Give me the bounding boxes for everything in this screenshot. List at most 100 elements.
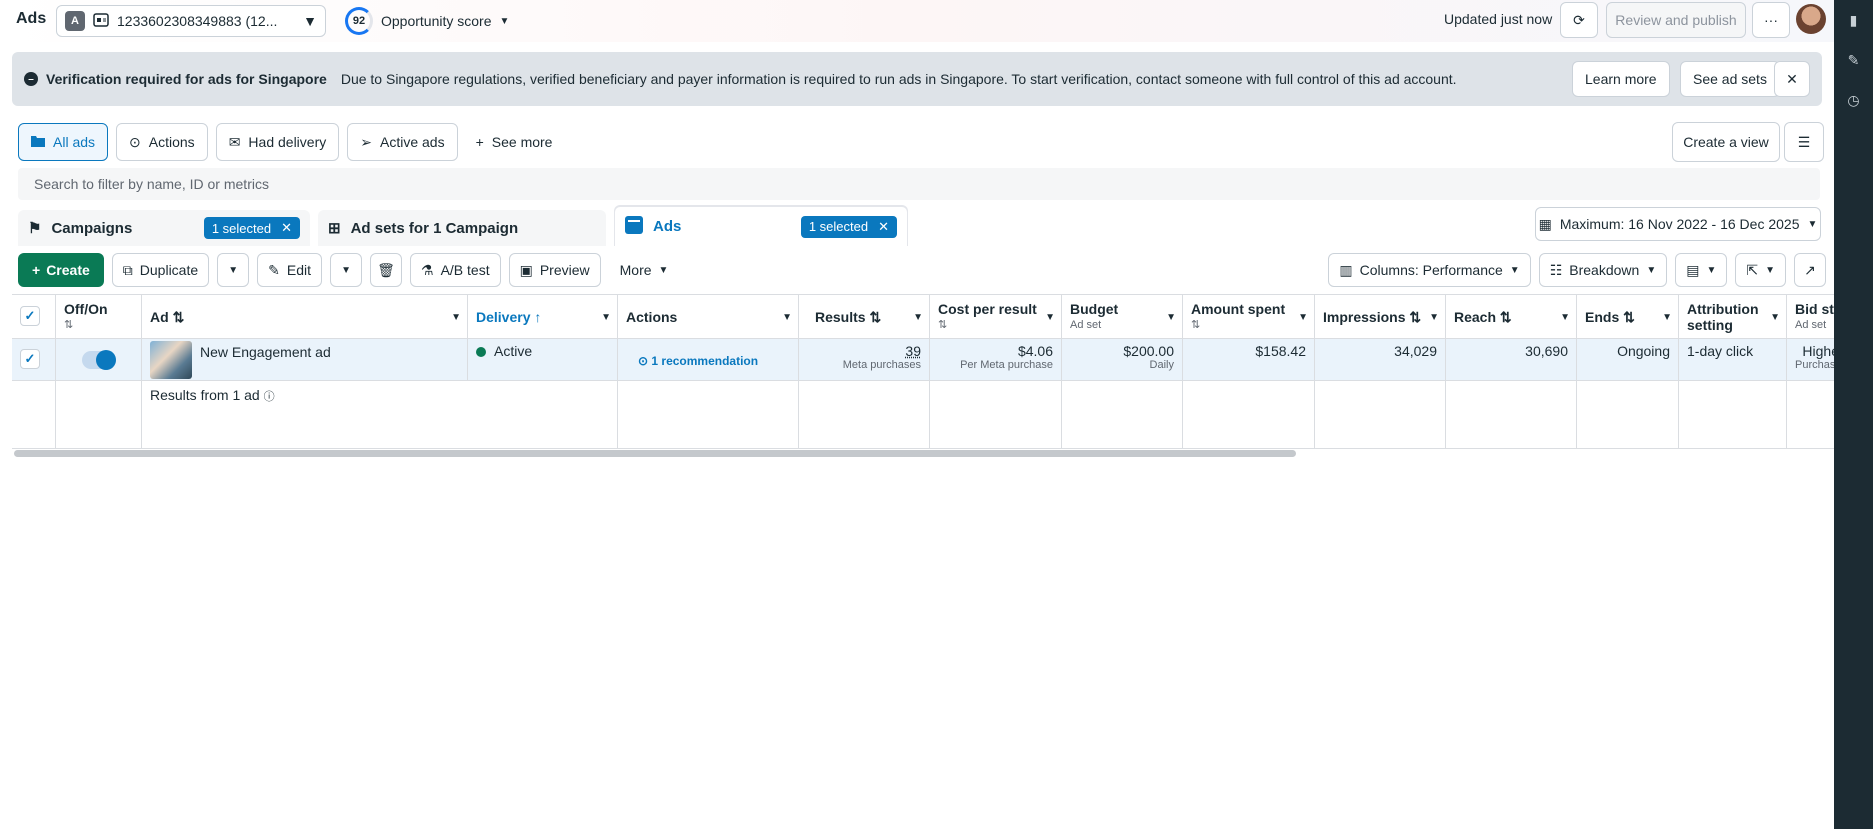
columns-button[interactable]: ▥ Columns: Performance ▼	[1328, 253, 1531, 287]
bar-chart-icon[interactable]: ▮	[1834, 0, 1873, 40]
summary-cell	[1183, 381, 1315, 448]
cost-sub: Per Meta purchase	[960, 359, 1053, 371]
charts-button[interactable]: ↗	[1794, 253, 1826, 287]
results-value[interactable]: 39	[905, 343, 921, 359]
recommendation-link[interactable]: 1 recommendation	[651, 354, 758, 368]
select-all-checkbox[interactable]: ✓	[20, 306, 40, 326]
tab-ad-sets[interactable]: ⊞ Ad sets for 1 Campaign	[318, 210, 606, 246]
filter-had-delivery[interactable]: ✉ Had delivery	[215, 123, 340, 161]
table-row[interactable]: ✓ New Engagement ad Active ⊙ 1 recommend…	[12, 339, 1834, 381]
app-title: Ads	[16, 10, 47, 27]
account-selector[interactable]: A 1233602308349883 (12... ▼	[56, 5, 326, 37]
edit-button[interactable]: ✎ Edit	[257, 253, 323, 287]
export-button[interactable]: ⇱ ▼	[1735, 253, 1786, 287]
verification-banner: – Verification required for ads for Sing…	[12, 52, 1822, 106]
row-delivery-cell: Active	[468, 339, 618, 380]
sliders-icon: ☰	[1797, 133, 1811, 150]
header-amount-spent[interactable]: Amount spent ⇅ ▼	[1183, 295, 1315, 338]
close-icon[interactable]: ✕	[878, 219, 889, 235]
more-button[interactable]: More ▼	[608, 253, 680, 287]
reports-button[interactable]: ▤ ▼	[1675, 253, 1728, 287]
ads-table: ✓ Off/On ⇅ Ad ⇅ ▼ Delivery ↑ ▼ Actions ▼…	[12, 294, 1834, 449]
header-ends-label: Ends	[1585, 309, 1620, 325]
delete-button[interactable]: 🗑	[370, 253, 403, 287]
ad-on-toggle[interactable]	[82, 350, 116, 370]
row-budget-cell: $200.00 Daily	[1062, 339, 1183, 380]
edit-dropdown[interactable]: ▼	[330, 253, 363, 287]
chevron-down-icon: ▼	[1509, 264, 1520, 276]
header-ad[interactable]: Ad ⇅ ▼	[142, 295, 468, 338]
campaigns-selected-chip[interactable]: 1 selected ✕	[203, 217, 300, 239]
chevron-down-icon: ▼	[913, 312, 923, 323]
close-banner-button[interactable]: ✕	[1774, 61, 1810, 97]
avatar[interactable]	[1796, 4, 1826, 34]
header-cost-per-result[interactable]: Cost per result ⇅ ▼	[930, 295, 1062, 338]
duplicate-button[interactable]: ⧉ Duplicate	[111, 253, 210, 287]
header-ends[interactable]: Ends ⇅ ▼	[1577, 295, 1679, 338]
header-impressions[interactable]: Impressions ⇅ ▼	[1315, 295, 1446, 338]
header-reach[interactable]: Reach ⇅ ▼	[1446, 295, 1577, 338]
summary-cell	[1446, 381, 1577, 448]
filter-all-ads[interactable]: All ads	[18, 123, 109, 161]
ads-selected-chip[interactable]: 1 selected ✕	[800, 215, 897, 238]
plus-icon: +	[475, 134, 484, 150]
breakdown-label: Breakdown	[1569, 262, 1640, 278]
tab-campaigns[interactable]: ⚑ Campaigns 1 selected ✕	[18, 210, 310, 246]
refresh-button[interactable]: ⟳	[1560, 2, 1598, 38]
pencil-icon: ✎	[268, 261, 280, 278]
ad-name[interactable]: New Engagement ad	[200, 341, 331, 360]
close-icon: ✕	[1786, 70, 1798, 87]
preview-button[interactable]: ▣ Preview	[508, 253, 601, 287]
right-rail: ▮ ✎ ◷	[1834, 0, 1873, 829]
results-sub: Meta purchases	[842, 359, 921, 371]
clock-icon[interactable]: ◷	[1834, 80, 1873, 120]
learn-more-button[interactable]: Learn more	[1572, 61, 1670, 97]
search-input[interactable]: Search to filter by name, ID or metrics	[18, 168, 1820, 200]
opportunity-score[interactable]: 92 Opportunity score ▼	[345, 7, 509, 35]
ab-test-button[interactable]: ⚗ A/B test	[410, 253, 501, 287]
create-view-button[interactable]: Create a view	[1672, 122, 1780, 162]
more-options-button[interactable]: ···	[1752, 2, 1790, 38]
date-range-picker[interactable]: ▦ Maximum: 16 Nov 2022 - 16 Dec 2025 ▼	[1535, 207, 1821, 241]
header-budget[interactable]: Budget Ad set ▼	[1062, 295, 1183, 338]
review-publish-button[interactable]: Review and publish	[1606, 2, 1746, 38]
see-ad-sets-button[interactable]: See ad sets	[1680, 61, 1780, 97]
info-icon[interactable]: ⓘ	[264, 391, 275, 403]
header-actions-label: Actions	[626, 309, 678, 325]
columns-label: Columns: Performance	[1359, 262, 1503, 278]
horizontal-scrollbar[interactable]	[14, 450, 1296, 457]
filter-active-ads[interactable]: ➢ Active ads	[347, 123, 458, 161]
pencil-icon[interactable]: ✎	[1834, 40, 1873, 80]
row-toggle-cell	[56, 339, 142, 380]
reach-value: 30,690	[1525, 343, 1568, 359]
filter-actions[interactable]: ⊙ Actions	[116, 123, 208, 161]
impressions-value: 34,029	[1394, 343, 1437, 359]
plus-icon: +	[32, 262, 41, 278]
chevron-down-icon: ▼	[1770, 312, 1780, 323]
header-delivery[interactable]: Delivery ↑ ▼	[468, 295, 618, 338]
duplicate-dropdown[interactable]: ▼	[217, 253, 250, 287]
header-actions[interactable]: Actions ▼	[618, 295, 799, 338]
create-button[interactable]: + Create	[18, 253, 104, 287]
row-ad-cell[interactable]: New Engagement ad	[142, 339, 468, 380]
chevron-down-icon: ▼	[1662, 312, 1672, 323]
ad-thumbnail	[150, 341, 192, 379]
budget-sub: Daily	[1149, 359, 1174, 371]
see-more-button[interactable]: + See more	[466, 123, 563, 161]
ads-selected-label: 1 selected	[808, 219, 869, 234]
header-bid-strategy[interactable]: Bid stra Ad set	[1787, 295, 1834, 338]
tab-ads[interactable]: Ads 1 selected ✕	[614, 206, 908, 246]
edit-label: Edit	[286, 262, 312, 278]
breakdown-button[interactable]: ☷ Breakdown ▼	[1538, 253, 1668, 287]
row-cost-cell: $4.06 Per Meta purchase	[930, 339, 1062, 380]
row-bid-cell: Highe Purchase	[1787, 339, 1834, 380]
header-results[interactable]: Results ⇅ ▼	[799, 295, 930, 338]
row-ends-cell: Ongoing	[1577, 339, 1679, 380]
close-icon[interactable]: ✕	[281, 220, 292, 236]
row-checkbox[interactable]: ✓	[20, 349, 40, 369]
banner-title: Verification required for ads for Singap…	[46, 71, 327, 87]
banner-message: Due to Singapore regulations, verified b…	[340, 71, 1457, 87]
header-offon[interactable]: Off/On ⇅	[56, 295, 142, 338]
view-settings-button[interactable]: ☰	[1784, 122, 1824, 162]
header-attribution[interactable]: Attribution setting ▼	[1679, 295, 1787, 338]
